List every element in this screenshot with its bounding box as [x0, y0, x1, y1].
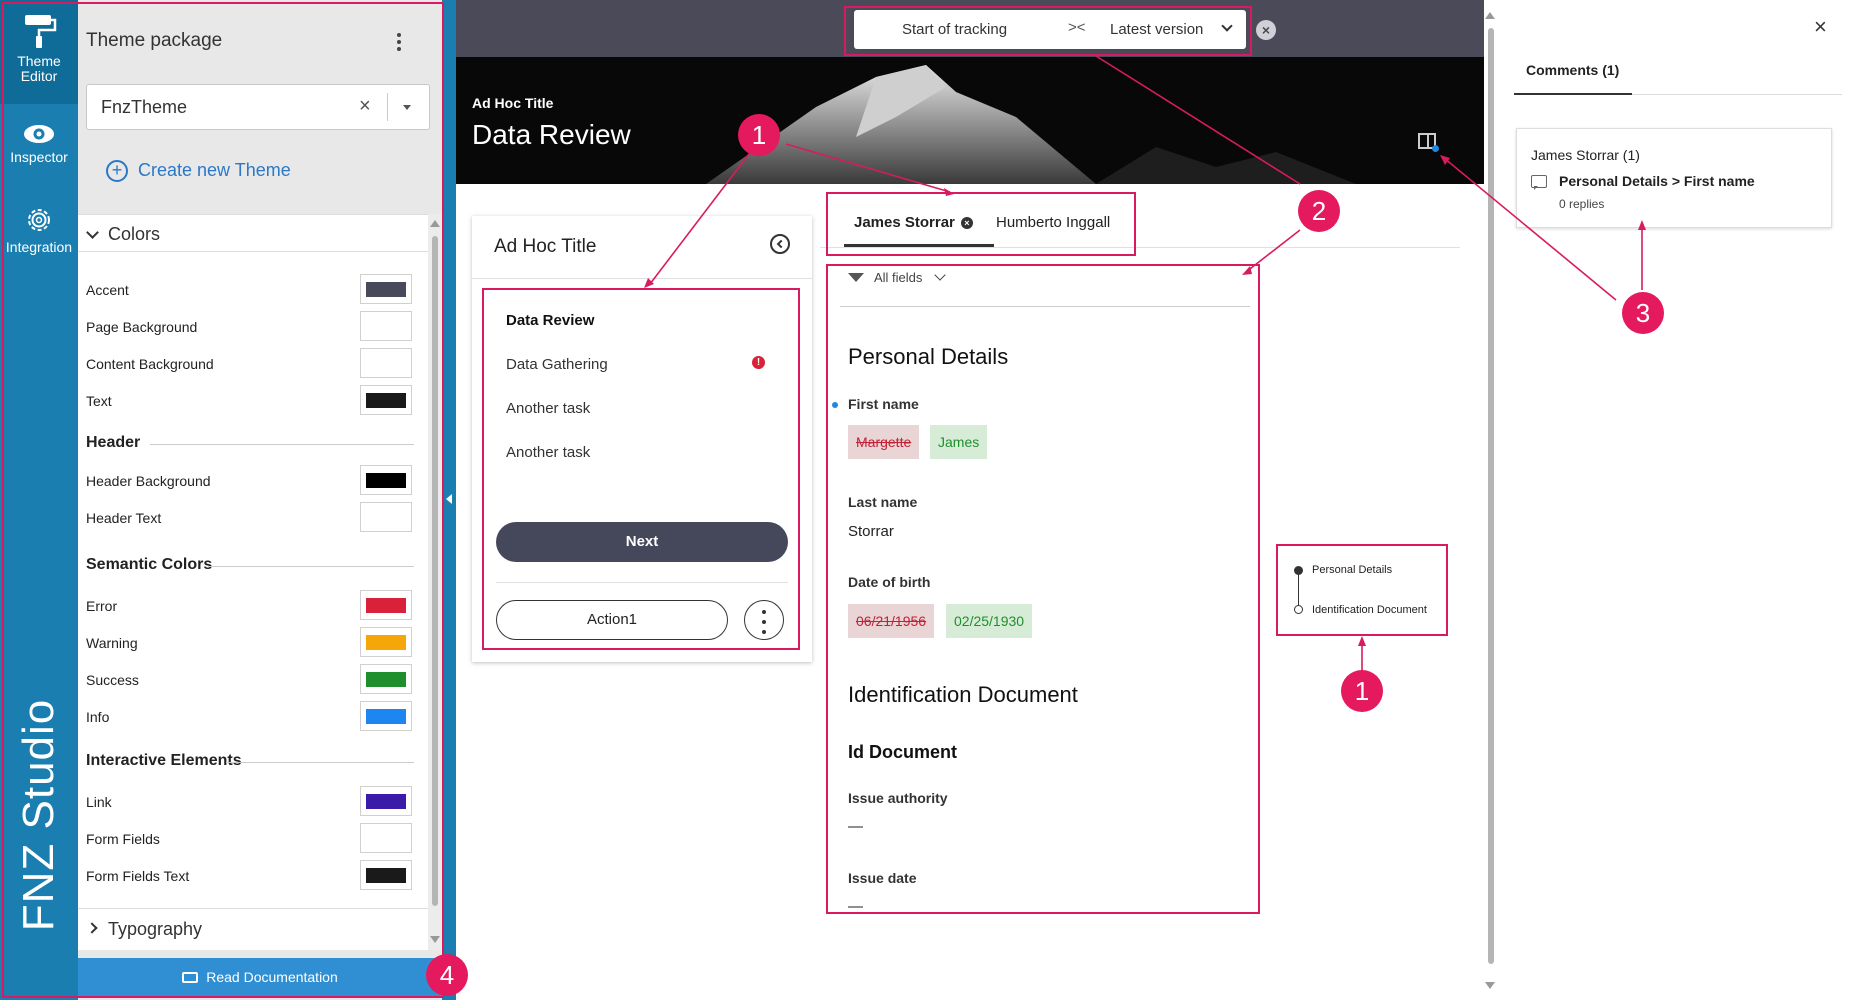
comment-field-path: Personal Details > First name [1559, 173, 1755, 189]
annotation-box-navigator [482, 288, 800, 650]
chevron-left-circle-icon[interactable] [770, 234, 790, 254]
annotation-badge-4: 4 [426, 954, 468, 996]
annotation-box-tabs [826, 192, 1136, 256]
page-subtitle: Ad Hoc Title [472, 95, 554, 111]
close-icon[interactable]: × [1814, 14, 1827, 40]
card-divider [472, 278, 812, 279]
panel-splitter[interactable] [442, 0, 456, 1000]
comments-panel: × Comments (1) James Storrar (1) Persona… [1498, 0, 1850, 1000]
scroll-thumb[interactable] [1488, 28, 1494, 964]
page-title: Data Review [472, 119, 631, 150]
scroll-down-icon[interactable] [1485, 982, 1495, 989]
close-tracking-icon[interactable]: × [1256, 20, 1276, 40]
page-header: Ad Hoc Title Data Review [456, 57, 1484, 184]
annotation-box-tracking [844, 6, 1252, 56]
comment-thread[interactable]: James Storrar (1) Personal Details > Fir… [1516, 128, 1832, 228]
annotation-badge-3: 3 [1622, 292, 1664, 334]
active-tab-indicator [1514, 93, 1632, 95]
comment-author: James Storrar (1) [1531, 147, 1640, 163]
notification-dot [1432, 145, 1439, 152]
annotation-box-section-nav [1276, 544, 1448, 636]
scroll-up-icon[interactable] [1485, 12, 1495, 19]
annotation-badge-1-nav: 1 [1341, 670, 1383, 712]
annotation-badge-2: 2 [1298, 190, 1340, 232]
main-scrollbar[interactable] [1484, 0, 1498, 1000]
annotation-badge-1: 1 [738, 114, 780, 156]
comment-replies: 0 replies [1559, 197, 1605, 211]
annotation-box-form [826, 264, 1260, 914]
app-root: Theme Editor Inspector Integration FNZ S… [0, 0, 1850, 1000]
tab-comments[interactable]: Comments (1) [1526, 62, 1619, 78]
card-title: Ad Hoc Title [494, 236, 597, 257]
annotation-box-editor [2, 2, 444, 998]
comment-icon [1531, 175, 1547, 190]
comments-panel-icon[interactable] [1418, 133, 1439, 152]
collapse-arrow-icon[interactable] [446, 494, 452, 504]
